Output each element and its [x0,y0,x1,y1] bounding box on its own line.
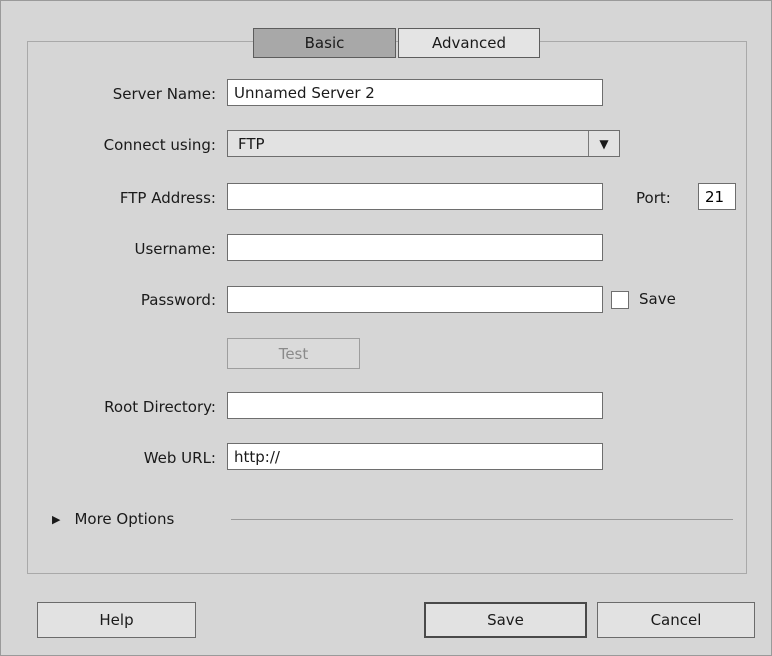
tab-basic[interactable]: Basic [253,28,396,58]
save-password-checkbox[interactable] [611,291,629,309]
connect-using-value: FTP [238,134,265,153]
root-directory-label: Root Directory: [104,398,216,416]
triangle-right-icon: ▶ [52,512,61,526]
web-url-input[interactable] [227,443,603,470]
connect-using-label: Connect using: [103,136,216,154]
password-input[interactable] [227,286,603,313]
ftp-address-label: FTP Address: [119,189,216,207]
more-options-divider [231,519,733,520]
save-password-label[interactable]: Save [639,290,676,308]
more-options-toggle[interactable]: ▶ More Options [52,510,174,528]
cancel-button[interactable]: Cancel [597,602,755,638]
password-label: Password: [140,291,216,309]
save-button[interactable]: Save [424,602,587,638]
test-button[interactable]: Test [227,338,360,369]
tab-bar: Basic Advanced [253,28,540,58]
server-name-label: Server Name: [112,85,216,103]
username-input[interactable] [227,234,603,261]
server-name-input[interactable] [227,79,603,106]
ftp-address-input[interactable] [227,183,603,210]
more-options-label: More Options [74,510,175,528]
root-directory-input[interactable] [227,392,603,419]
triangle-down-icon[interactable]: ▼ [589,137,619,151]
tab-advanced[interactable]: Advanced [398,28,540,58]
help-button[interactable]: Help [37,602,196,638]
port-input[interactable] [698,183,736,210]
web-url-label: Web URL: [143,449,216,467]
connect-using-select[interactable]: FTP ▼ [227,130,620,157]
port-label: Port: [636,189,671,207]
username-label: Username: [134,240,216,258]
